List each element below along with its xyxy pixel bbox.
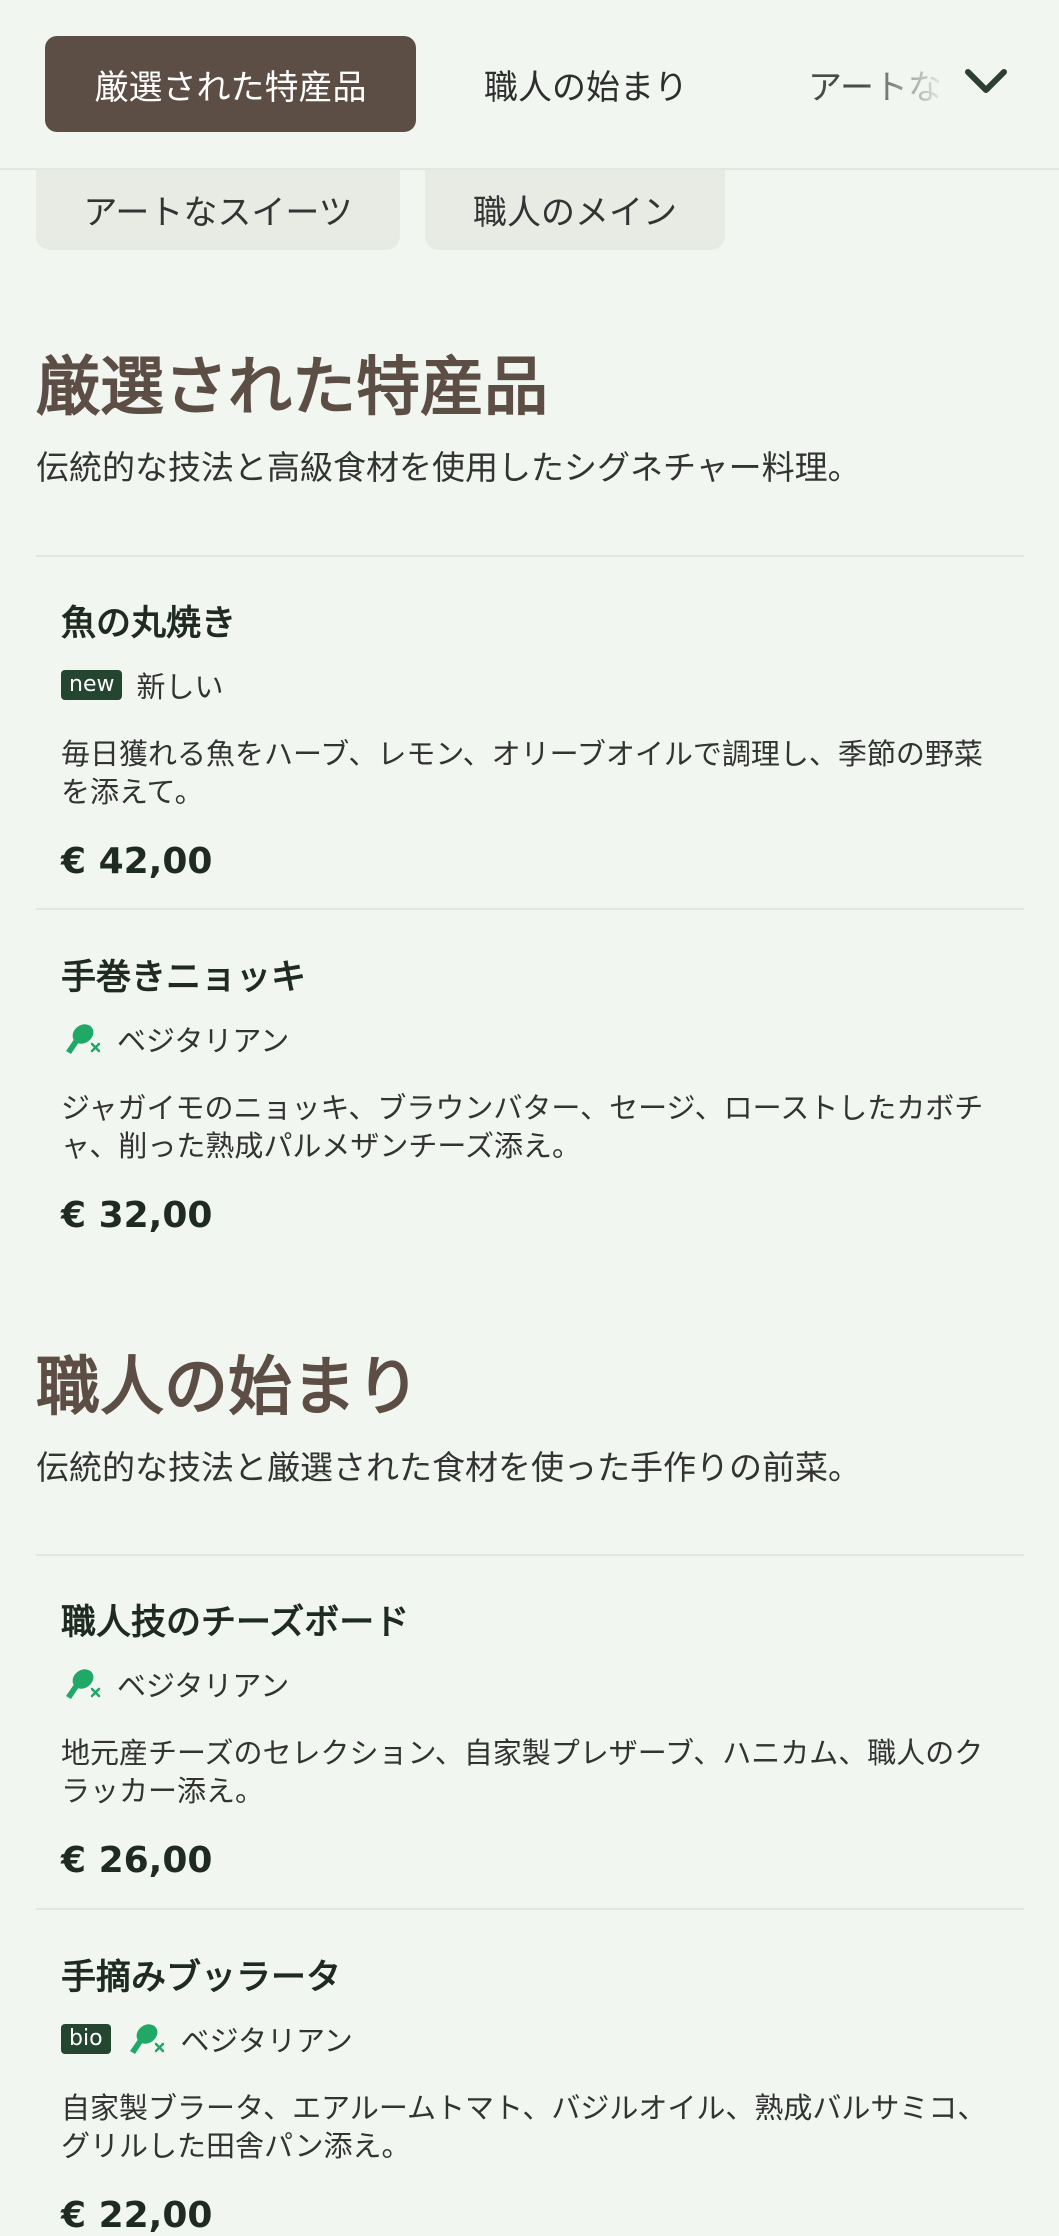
tag-label: ベジタリアン [117,1669,290,1703]
section-description: 伝統的な技法と厳選された食材を使った手作りの前菜。 [36,1447,861,1487]
item-description: 毎日獲れる魚をハーブ、レモン、オリーブオイルで調理し、季節の野菜を添えて。 [61,737,983,809]
divider [36,908,1024,910]
item-description: 地元産チーズのセレクション、自家製プレザーブ、ハニカム、職人のクラッカー添え。 [61,1736,984,1808]
section-title: 厳選された特産品 [36,351,548,425]
item-name: 手巻きニョッキ [61,958,307,998]
tag-label: 新しい [136,670,224,704]
item-description: ジャガイモのニョッキ、ブラウンバター、セージ、ローストしたカボチャ、削った熟成パ… [61,1091,984,1163]
tab-selected-specialties[interactable]: 厳選された特産品 [45,36,416,132]
menu-item[interactable]: 魚の丸焼き new 新しい 毎日獲れる魚をハーブ、レモン、オリーブオイルで調理し… [36,595,1024,882]
divider [36,1554,1024,1556]
item-price: € 22,00 [61,2195,213,2236]
item-tags: ベジタリアン [61,1018,999,1060]
tab-artisan-starters[interactable]: 職人の始まり [484,36,688,132]
item-name: 魚の丸焼き [61,604,237,644]
section-description: 伝統的な技法と高級食材を使用したシグネチャー料理。 [36,447,861,487]
divider [36,1908,1024,1910]
item-tags: bio ベジタリアン [61,2018,999,2060]
chevron-down-icon[interactable] [962,62,1010,102]
item-name: 手摘みブッラータ [61,1958,342,1998]
item-price: € 42,00 [61,841,213,883]
new-badge: new [61,670,123,700]
menu-item[interactable]: 手巻きニョッキ ベジタリアン ジャガイモのニョッキ、ブラウンバター、セージ、ロー… [36,949,1024,1236]
vegetarian-icon [66,1669,101,1699]
tag-label: ベジタリアン [180,2024,353,2058]
item-price: € 26,00 [61,1840,213,1882]
vegetarian-icon [129,2024,164,2054]
item-name: 職人技のチーズボード [61,1603,410,1643]
bio-badge: bio [61,2024,111,2054]
chip-artistic-desserts[interactable]: アートなスイーツ [36,168,400,250]
item-price: € 32,00 [61,1195,213,1237]
tab-artistic-desserts[interactable]: アートなスイーツ [808,36,948,132]
menu-section: 厳選された特産品 伝統的な技法と高級食材を使用したシグネチャー料理。 [36,350,1024,490]
section-title: 職人の始まり [36,1351,420,1425]
category-tab-bar: 厳選された特産品 職人の始まり アートなスイーツ [0,0,1059,170]
menu-item[interactable]: 手摘みブッラータ bio ベジタリアン 自家製ブラータ、エアルームトマト、バジル… [36,1949,1024,2236]
divider [36,555,1024,557]
tag-label: ベジタリアン [117,1024,290,1058]
item-description: 自家製ブラータ、エアルームトマト、バジルオイル、熟成バルサミコ、グリルした田舎パ… [61,2091,987,2163]
vegetarian-icon [66,1024,101,1054]
item-tags: ベジタリアン [61,1663,999,1705]
item-tags: new 新しい [61,664,999,706]
chip-artisan-mains[interactable]: 職人のメイン [425,168,725,250]
menu-item[interactable]: 職人技のチーズボード ベジタリアン 地元産チーズのセレクション、自家製プレザーブ… [36,1594,1024,1881]
menu-section: 職人の始まり 伝統的な技法と厳選された食材を使った手作りの前菜。 [36,1350,1024,1490]
